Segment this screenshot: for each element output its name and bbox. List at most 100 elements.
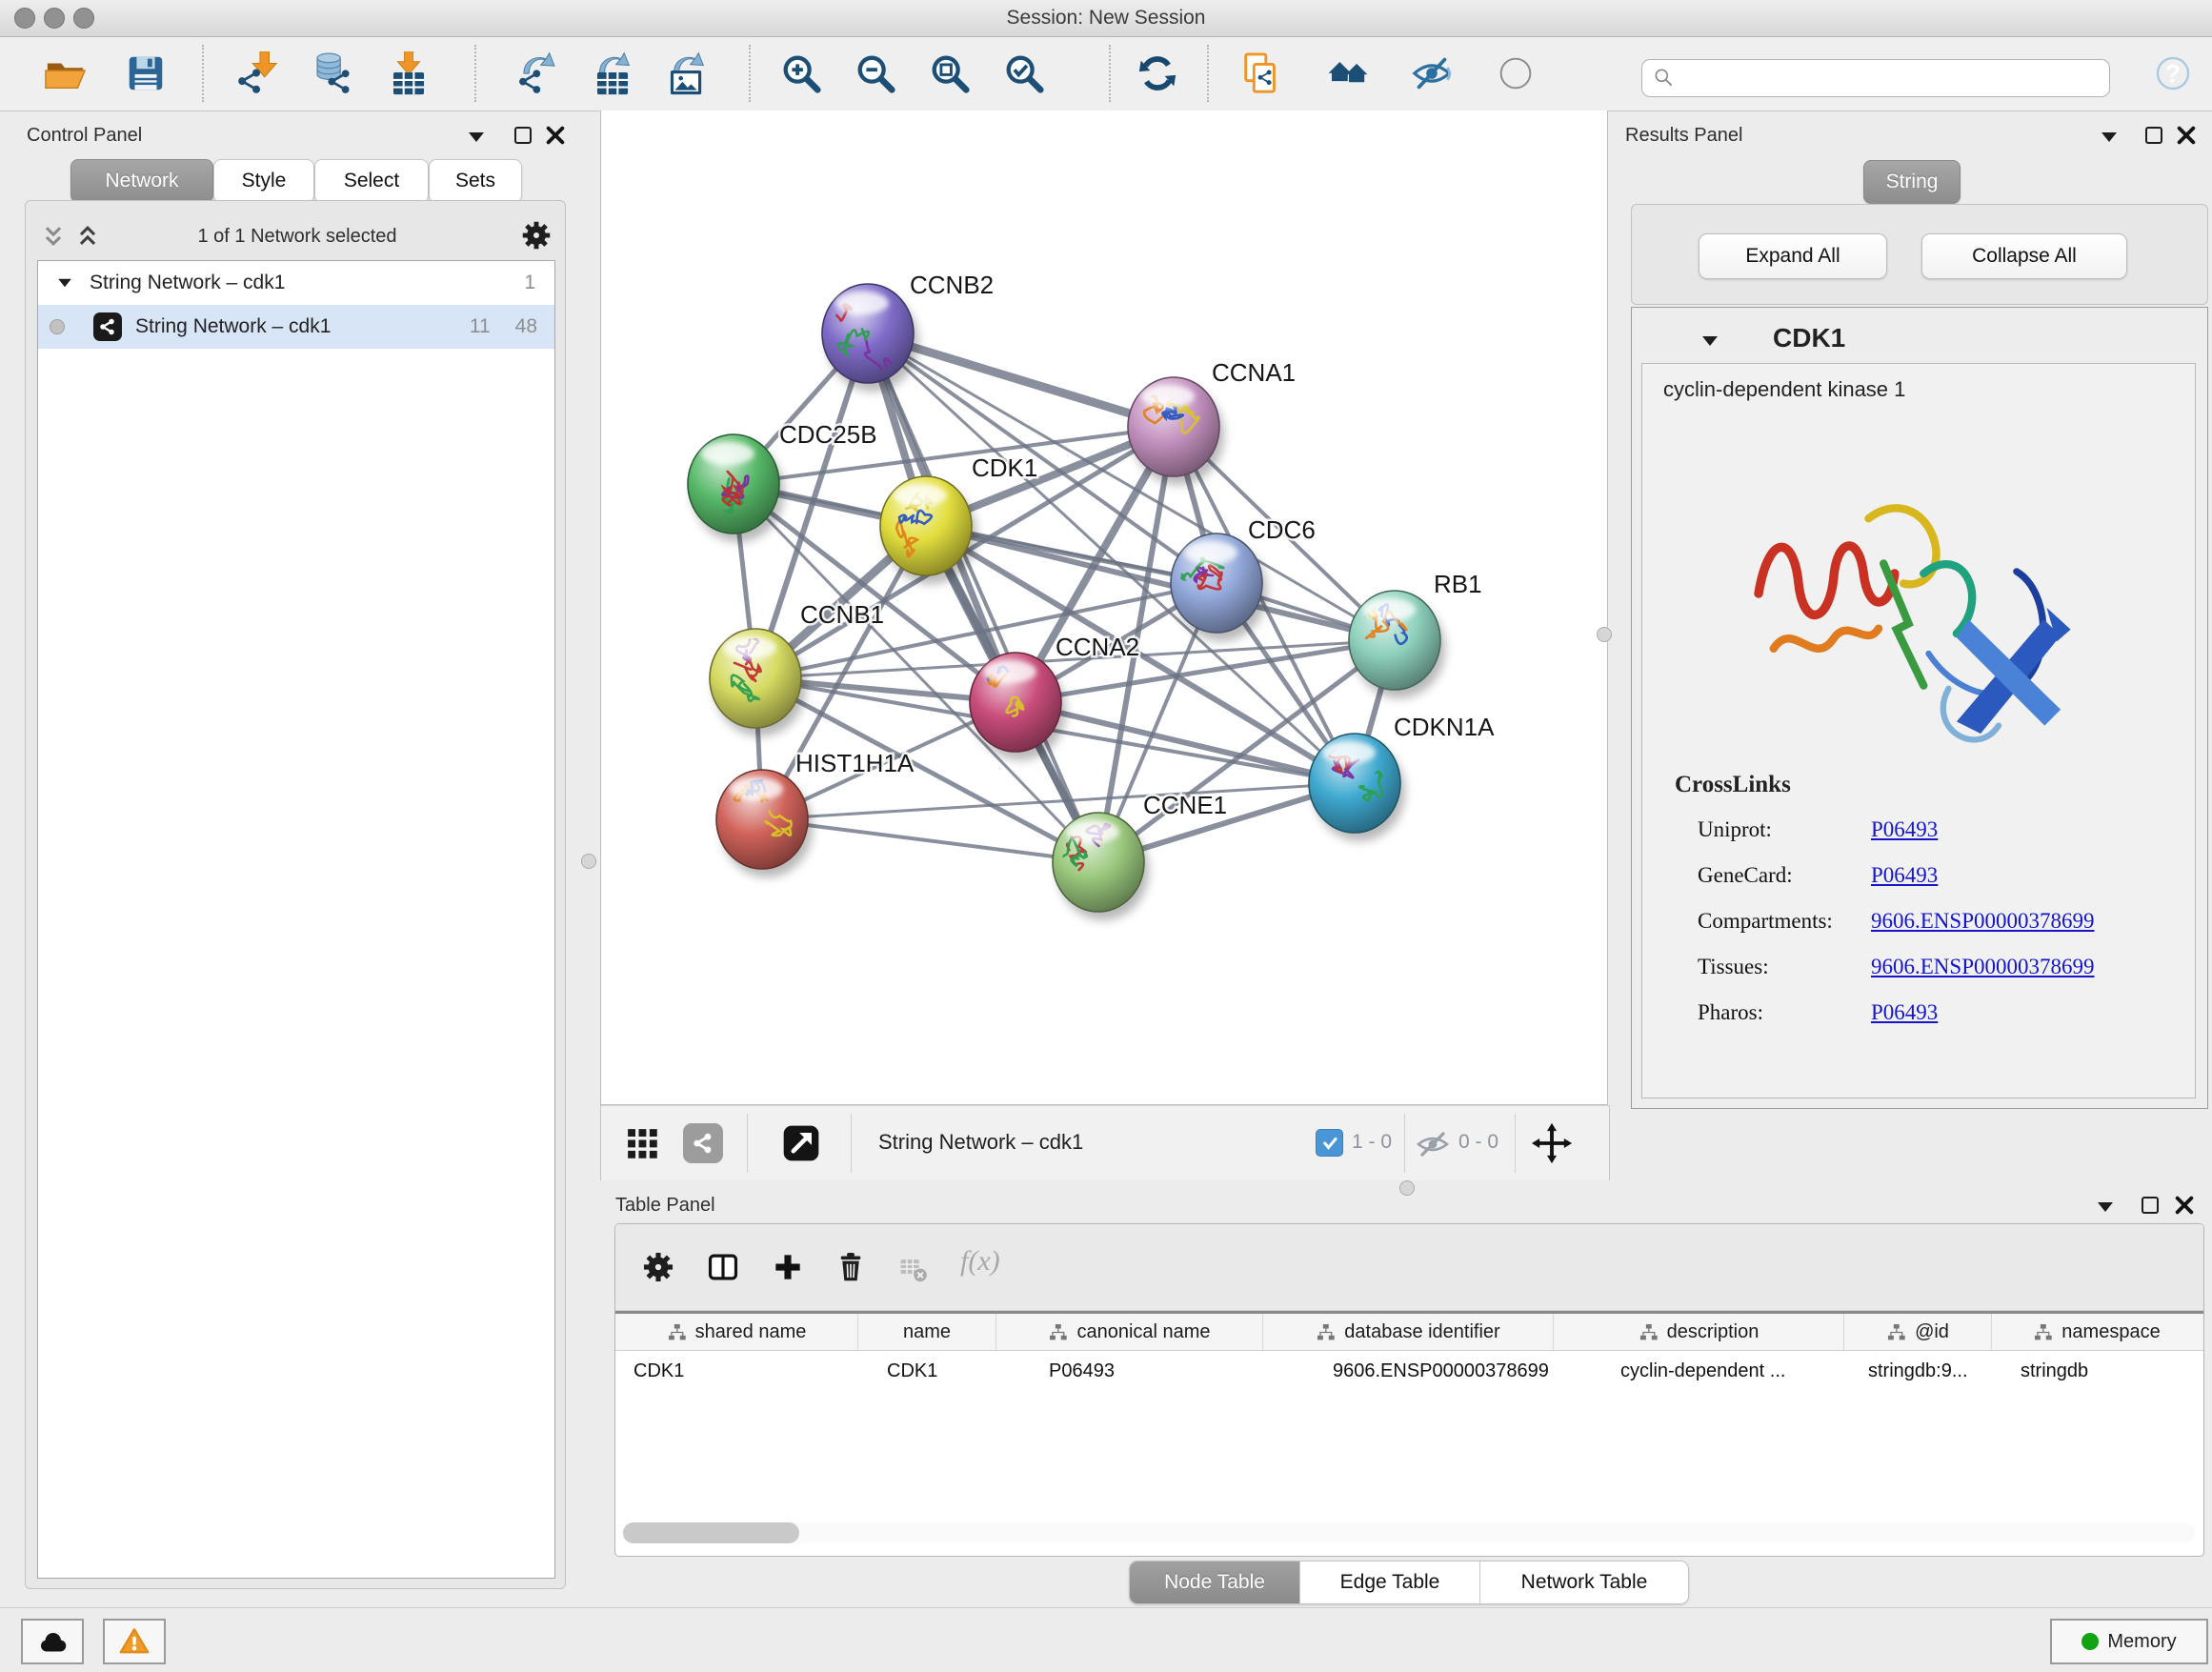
panel-menu-icon[interactable]	[2101, 132, 2117, 142]
column-header-namespace[interactable]: namespace	[1992, 1314, 2202, 1350]
collapse-all-networks-icon[interactable]	[39, 222, 68, 251]
first-neighbors-icon[interactable]	[1326, 51, 1370, 95]
network-edge-CCNB2-CCNE1[interactable]	[868, 333, 1098, 862]
cell-id[interactable]: stringdb:9...	[1868, 1360, 1968, 1382]
cloud-button[interactable]	[21, 1619, 84, 1664]
tab-network-table[interactable]: Network Table	[1480, 1561, 1688, 1603]
tab-node-table[interactable]: Node Table	[1130, 1561, 1300, 1603]
cell-canonical-name[interactable]: P06493	[1049, 1360, 1115, 1382]
network-node-CCNB1[interactable]: CCNB1	[710, 600, 884, 736]
panel-menu-icon[interactable]	[469, 132, 484, 142]
panel-close-icon[interactable]	[2174, 1195, 2195, 1216]
column-header-database-identifier[interactable]: database identifier	[1263, 1314, 1554, 1350]
network-node-CCNB2[interactable]: CCNB2	[821, 271, 994, 392]
right-splitter-handle[interactable]	[1597, 627, 1612, 642]
separator	[747, 1114, 748, 1173]
hidden-eye-slash-icon[interactable]	[1415, 1126, 1451, 1162]
selected-indicator-checkbox[interactable]	[1316, 1129, 1343, 1157]
cell-database-identifier[interactable]: 9606.ENSP00000378699	[1333, 1360, 1549, 1382]
zoom-out-icon[interactable]	[854, 51, 897, 95]
table-options-gear-icon[interactable]	[640, 1249, 676, 1285]
cell-description[interactable]: cyclin-dependent ...	[1620, 1360, 1785, 1382]
network-node-count: 11	[470, 315, 491, 338]
warnings-button[interactable]	[103, 1619, 166, 1664]
tab-network[interactable]: Network	[70, 159, 213, 203]
entry-gene-name: CDK1	[1773, 323, 1845, 353]
network-canvas[interactable]: CCNB2 CCNA1 CDC25BCDK1 CDC6RB1 CCNB1 CCNA2 CDK…	[600, 111, 1608, 1105]
zoom-fit-icon[interactable]	[928, 51, 972, 95]
left-splitter-handle[interactable]	[581, 854, 596, 869]
panel-close-icon[interactable]	[545, 125, 566, 146]
cell-name[interactable]: CDK1	[887, 1360, 937, 1382]
memory-button[interactable]: Memory	[2050, 1619, 2208, 1664]
network-node-CDK1[interactable]: CDK1	[880, 453, 1037, 584]
update-network-icon[interactable]	[1136, 51, 1179, 95]
clone-network-icon[interactable]	[1239, 51, 1283, 95]
tab-select[interactable]: Select	[314, 159, 429, 203]
node-label: CCNA2	[1056, 633, 1139, 661]
detach-view-icon[interactable]	[780, 1122, 822, 1164]
import-network-database-icon[interactable]	[311, 51, 354, 95]
crosslink-uniprot-link[interactable]: P06493	[1871, 817, 1938, 842]
column-header-shared-name[interactable]: shared name	[615, 1314, 858, 1350]
network-options-gear-icon[interactable]	[519, 218, 553, 252]
export-image-icon[interactable]	[665, 51, 709, 95]
export-network-icon[interactable]	[516, 51, 560, 95]
panel-close-icon[interactable]	[2176, 125, 2197, 146]
tab-sets[interactable]: Sets	[429, 159, 522, 203]
show-columns-icon[interactable]	[705, 1249, 741, 1285]
panel-float-icon[interactable]	[514, 127, 532, 144]
expand-all-networks-icon[interactable]	[73, 222, 102, 251]
pan-crosshair-icon[interactable]	[1531, 1122, 1573, 1164]
function-builder-icon: f(x)	[960, 1245, 1000, 1278]
search-input[interactable]	[1677, 67, 2109, 90]
tab-edge-table[interactable]: Edge Table	[1300, 1561, 1480, 1603]
help-icon[interactable]	[2152, 52, 2194, 94]
collection-expander-icon[interactable]	[58, 279, 71, 288]
tab-style[interactable]: Style	[213, 159, 314, 203]
crosslink-genecard-link[interactable]: P06493	[1871, 863, 1938, 888]
import-table-file-icon[interactable]	[387, 51, 431, 95]
network-node-CDC6[interactable]: CDC6	[1171, 515, 1316, 641]
cell-namespace[interactable]: stringdb	[2021, 1360, 2088, 1382]
crosslink-label: Pharos:	[1698, 1000, 1763, 1025]
table-horizontal-scrollbar[interactable]	[623, 1522, 2195, 1543]
network-collection-row[interactable]: String Network – cdk1 1	[38, 261, 554, 305]
zoom-in-icon[interactable]	[779, 51, 823, 95]
collapse-all-button[interactable]: Collapse All	[1921, 233, 2127, 279]
entry-expander-icon[interactable]	[1702, 336, 1718, 346]
network-badge-icon[interactable]	[683, 1123, 723, 1163]
network-edge-CCNA2-CDKN1A[interactable]	[1016, 702, 1355, 783]
status-bar: Memory	[0, 1607, 2212, 1672]
zoom-selected-icon[interactable]	[1002, 51, 1046, 95]
column-header-canonical-name[interactable]: canonical name	[996, 1314, 1263, 1350]
export-table-icon[interactable]	[591, 51, 634, 95]
node-label: CDC25B	[779, 420, 877, 449]
expand-all-button[interactable]: Expand All	[1699, 233, 1887, 279]
panel-float-icon[interactable]	[2145, 127, 2162, 144]
delete-column-icon[interactable]	[833, 1249, 869, 1285]
cell-shared-name[interactable]: CDK1	[633, 1360, 684, 1382]
column-header-name[interactable]: name	[858, 1314, 996, 1350]
column-header-description[interactable]: description	[1554, 1314, 1844, 1350]
crosslink-tissues-link[interactable]: 9606.ENSP00000378699	[1871, 955, 2095, 979]
save-session-icon[interactable]	[124, 51, 168, 95]
add-column-icon[interactable]	[770, 1249, 806, 1285]
crosslink-pharos-link[interactable]: P06493	[1871, 1000, 1938, 1025]
network-node-CDKN1A[interactable]: CDKN1A	[1307, 713, 1495, 841]
search-box[interactable]	[1641, 59, 2110, 97]
show-hide-graphics-icon[interactable]	[1410, 51, 1454, 95]
import-network-file-icon[interactable]	[236, 51, 280, 95]
scrollbar-thumb[interactable]	[623, 1522, 799, 1543]
grid-view-icon[interactable]	[622, 1123, 662, 1163]
tab-string-results[interactable]: String	[1863, 160, 1961, 204]
network-row-selected[interactable]: String Network – cdk1 11 48	[38, 305, 554, 349]
network-node-CCNA1[interactable]: CCNA1	[1128, 358, 1296, 485]
panel-menu-icon[interactable]	[2098, 1202, 2113, 1212]
column-header-id[interactable]: @id	[1844, 1314, 1992, 1350]
open-session-icon[interactable]	[44, 51, 88, 95]
panel-float-icon[interactable]	[2142, 1197, 2159, 1214]
crosslink-compartments-link[interactable]: 9606.ENSP00000378699	[1871, 909, 2095, 934]
network-node-CCNE1[interactable]: CCNE1	[1053, 791, 1227, 920]
network-node-RB1[interactable]: RB1	[1340, 570, 1482, 698]
